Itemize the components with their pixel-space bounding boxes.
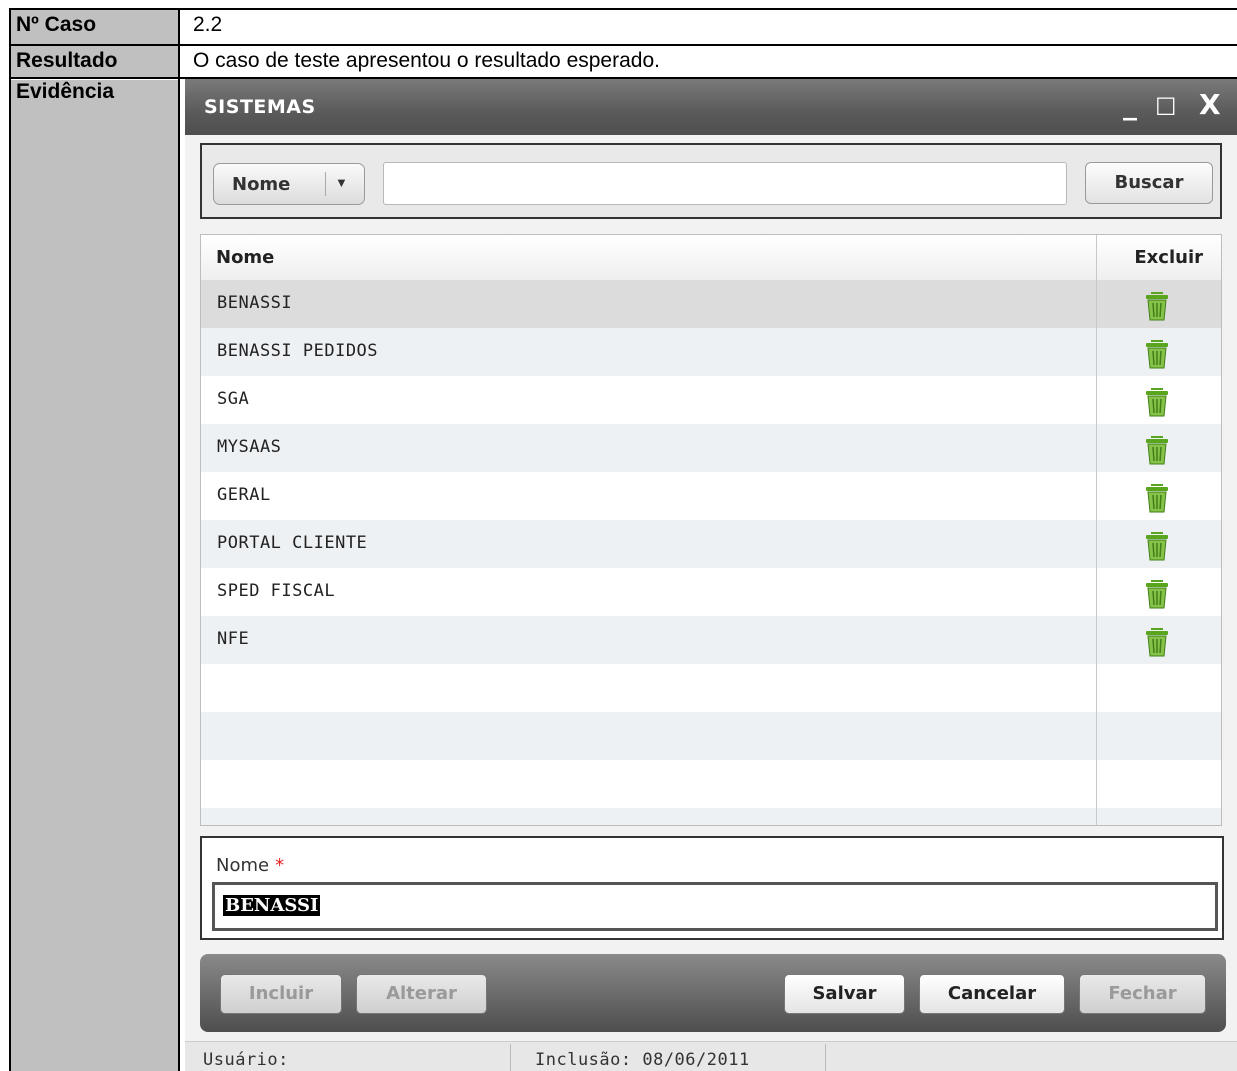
trash-icon[interactable] [1144,577,1170,609]
label-cell-evidencia [11,80,178,1071]
table-border-mid [178,8,180,1071]
table-row[interactable]: NFE [201,616,1221,664]
table-row[interactable]: MYSAAS [201,424,1221,472]
status-user: Usuário: [203,1050,289,1070]
window-titlebar[interactable]: SISTEMAS _ ☐ X [185,79,1237,135]
row-name: PORTAL CLIENTE [217,533,368,553]
table-header: Nome Excluir [201,235,1221,281]
value-resultado: O caso de teste apresentou o resultado e… [193,49,660,72]
chevron-down-icon: ▼ [335,175,348,190]
row-name: NFE [217,629,250,649]
table-row [201,712,1221,760]
name-label-text: Nome [216,855,270,876]
table-body: BENASSI BENASSI PEDIDOS SGA MYSAAS GERAL PORT… [201,280,1221,825]
cancelar-button[interactable]: Cancelar [919,974,1065,1014]
combo-separator [325,172,326,196]
value-caso: 2.2 [193,13,223,36]
row-name: SPED FISCAL [217,581,336,601]
trash-icon[interactable] [1144,385,1170,417]
action-toolbar: Incluir Alterar Salvar Cancelar Fechar [200,954,1226,1032]
incluir-button[interactable]: Incluir [220,974,342,1014]
search-field-label: Nome [232,174,291,195]
trash-icon[interactable] [1144,481,1170,513]
table-border-left [9,8,11,1071]
table-border-row1 [9,44,1237,46]
alterar-button[interactable]: Alterar [356,974,487,1014]
minimize-icon[interactable]: _ [1123,91,1137,119]
status-inclusion: Inclusão: 08/06/2011 [535,1050,750,1070]
table-row[interactable]: BENASSI [201,280,1221,328]
maximize-icon[interactable]: ☐ [1155,93,1177,121]
table-row [201,664,1221,712]
column-header-delete: Excluir [1134,247,1203,268]
required-mark: * [275,855,285,876]
row-name: GERAL [217,485,271,505]
table-border-top [9,8,1237,10]
window-title: SISTEMAS [204,96,316,118]
table-row[interactable]: BENASSI PEDIDOS [201,328,1221,376]
name-input-value: BENASSI [223,895,321,916]
search-bar: Nome ▼ Buscar [200,143,1222,219]
search-button[interactable]: Buscar [1085,162,1213,204]
trash-icon[interactable] [1144,529,1170,561]
label-caso: Nº Caso [16,13,97,36]
table-row[interactable]: SGA [201,376,1221,424]
label-resultado: Resultado [16,49,118,72]
close-icon[interactable]: X [1199,91,1221,119]
column-header-name[interactable]: Nome [216,247,274,268]
row-name: SGA [217,389,250,409]
table-row[interactable]: SPED FISCAL [201,568,1221,616]
table-row [201,760,1221,808]
column-separator [1096,235,1097,825]
name-field-label: Nome * [216,855,284,876]
table-row [201,808,1221,825]
sistemas-window: SISTEMAS _ ☐ X Nome ▼ Buscar Nome Exclui… [185,79,1237,1071]
status-bar: Usuário: Inclusão: 08/06/2011 [185,1041,1237,1071]
trash-icon[interactable] [1144,625,1170,657]
salvar-button[interactable]: Salvar [784,974,905,1014]
edit-form: Nome * BENASSI [200,836,1224,940]
table-row[interactable]: PORTAL CLIENTE [201,520,1221,568]
row-name: BENASSI [217,293,293,313]
trash-icon[interactable] [1144,337,1170,369]
search-field-select[interactable]: Nome ▼ [213,163,365,205]
row-name: MYSAAS [217,437,282,457]
search-input[interactable] [383,162,1067,205]
status-separator [510,1044,511,1071]
table-row[interactable]: GERAL [201,472,1221,520]
trash-icon[interactable] [1144,289,1170,321]
trash-icon[interactable] [1144,433,1170,465]
systems-table: Nome Excluir BENASSI BENASSI PEDIDOS SGA MY… [200,234,1222,826]
name-input[interactable]: BENASSI [212,882,1218,931]
status-separator [825,1044,826,1071]
label-evidencia: Evidência [16,80,115,103]
fechar-button[interactable]: Fechar [1079,974,1206,1014]
row-name: BENASSI PEDIDOS [217,341,379,361]
